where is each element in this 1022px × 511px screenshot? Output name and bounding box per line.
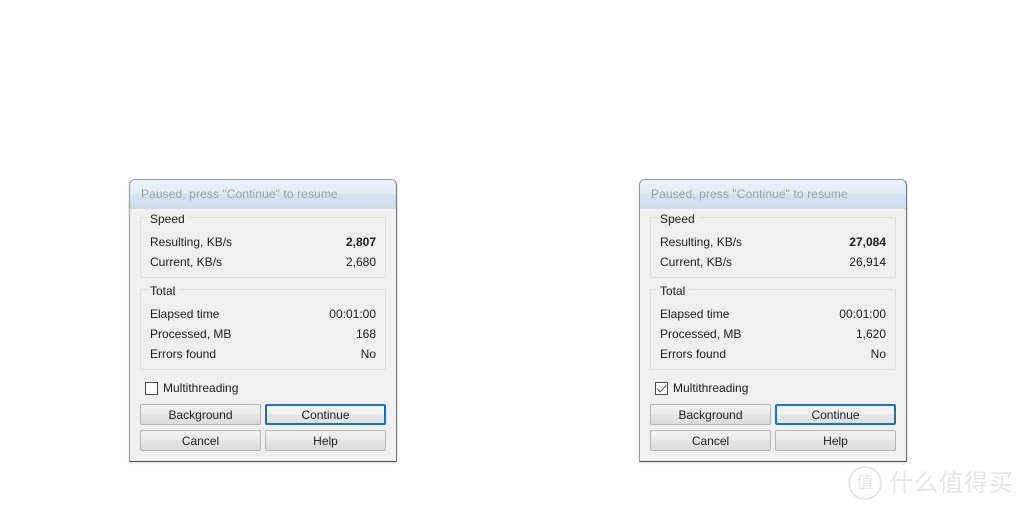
cancel-button[interactable]: Cancel: [140, 430, 261, 451]
total-group-label: Total: [658, 285, 690, 297]
stat-value: 2,807: [345, 235, 376, 249]
dialog-button-grid: Background Continue Cancel Help: [650, 404, 896, 451]
watermark-badge-icon: 值: [848, 466, 882, 500]
background-button[interactable]: Background: [650, 404, 771, 425]
stat-row-elapsed-time: Elapsed time 00:01:00: [660, 304, 886, 324]
multithreading-label: Multithreading: [163, 381, 239, 395]
total-groupbox: Total Elapsed time 00:01:00 Processed, M…: [140, 285, 386, 370]
multithreading-checkbox[interactable]: [655, 381, 668, 395]
continue-button[interactable]: Continue: [775, 404, 896, 425]
stat-row-errors-found: Errors found No: [660, 344, 886, 364]
stat-label: Elapsed time: [150, 307, 220, 321]
stat-value: No: [870, 347, 886, 361]
stat-row-resulting-speed: Resulting, KB/s 27,084: [660, 232, 886, 252]
dialog-body: Speed Resulting, KB/s 2,807 Current, KB/…: [130, 209, 396, 461]
stat-label: Processed, MB: [150, 327, 232, 341]
stat-label: Processed, MB: [660, 327, 742, 341]
progress-dialog-left: Paused, press "Continue" to resume Speed…: [129, 179, 397, 462]
stat-row-processed: Processed, MB 168: [150, 324, 376, 344]
stat-row-resulting-speed: Resulting, KB/s 2,807: [150, 232, 376, 252]
stat-label: Resulting, KB/s: [150, 235, 233, 249]
dialog-button-grid: Background Continue Cancel Help: [140, 404, 386, 451]
multithreading-checkbox-row[interactable]: Multithreading: [145, 381, 386, 395]
dialog-titlebar: Paused, press "Continue" to resume: [640, 180, 906, 209]
stat-label: Errors found: [660, 347, 727, 361]
help-button[interactable]: Help: [265, 430, 386, 451]
stat-value: 26,914: [849, 255, 886, 269]
stat-row-elapsed-time: Elapsed time 00:01:00: [150, 304, 376, 324]
stat-label: Current, KB/s: [150, 255, 223, 269]
stat-value: 00:01:00: [839, 307, 886, 321]
background-button[interactable]: Background: [140, 404, 261, 425]
dialog-titlebar: Paused, press "Continue" to resume: [130, 180, 396, 209]
watermark-text: 什么值得买: [889, 469, 1014, 497]
dialog-title: Paused, press "Continue" to resume: [651, 187, 848, 201]
stat-row-current-speed: Current, KB/s 26,914: [660, 252, 886, 272]
stat-value: No: [360, 347, 376, 361]
stat-row-processed: Processed, MB 1,620: [660, 324, 886, 344]
multithreading-label: Multithreading: [673, 381, 749, 395]
progress-dialog-right: Paused, press "Continue" to resume Speed…: [639, 179, 907, 462]
speed-group-label: Speed: [148, 213, 189, 225]
stat-value: 27,084: [849, 235, 886, 249]
watermark: 值 什么值得买: [848, 466, 1014, 500]
dialog-body: Speed Resulting, KB/s 27,084 Current, KB…: [640, 209, 906, 461]
continue-button[interactable]: Continue: [265, 404, 386, 425]
stat-value: 168: [355, 327, 376, 341]
stat-label: Elapsed time: [660, 307, 730, 321]
total-group-label: Total: [148, 285, 180, 297]
stat-label: Resulting, KB/s: [660, 235, 743, 249]
stat-value: 2,680: [345, 255, 376, 269]
stat-value: 00:01:00: [329, 307, 376, 321]
speed-group-label: Speed: [658, 213, 699, 225]
total-groupbox: Total Elapsed time 00:01:00 Processed, M…: [650, 285, 896, 370]
cancel-button[interactable]: Cancel: [650, 430, 771, 451]
multithreading-checkbox-row[interactable]: Multithreading: [655, 381, 896, 395]
stat-label: Errors found: [150, 347, 217, 361]
dialog-title: Paused, press "Continue" to resume: [141, 187, 338, 201]
stat-row-current-speed: Current, KB/s 2,680: [150, 252, 376, 272]
help-button[interactable]: Help: [775, 430, 896, 451]
multithreading-checkbox[interactable]: [145, 381, 158, 395]
speed-groupbox: Speed Resulting, KB/s 2,807 Current, KB/…: [140, 213, 386, 278]
stat-label: Current, KB/s: [660, 255, 733, 269]
stat-value: 1,620: [855, 327, 886, 341]
stat-row-errors-found: Errors found No: [150, 344, 376, 364]
speed-groupbox: Speed Resulting, KB/s 27,084 Current, KB…: [650, 213, 896, 278]
